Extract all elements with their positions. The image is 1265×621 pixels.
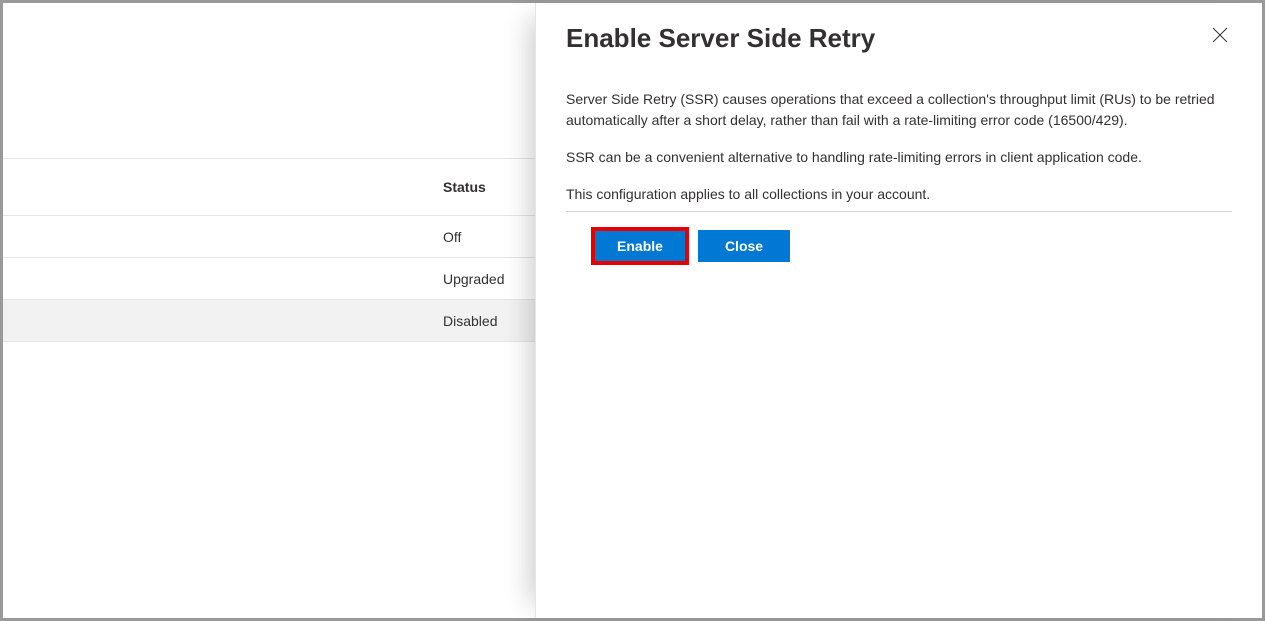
panel-description-3: This configuration applies to all collec…	[566, 184, 1232, 205]
table-row[interactable]: Off	[3, 216, 538, 258]
close-icon[interactable]	[1208, 23, 1232, 47]
table-row[interactable]: Upgraded	[3, 258, 538, 300]
side-panel: Enable Server Side Retry Server Side Ret…	[535, 3, 1262, 618]
cell-status: Disabled	[443, 313, 497, 329]
enable-button[interactable]: Enable	[594, 230, 686, 262]
cell-status: Upgraded	[443, 271, 505, 287]
panel-header: Enable Server Side Retry	[566, 23, 1232, 54]
cell-status: Off	[443, 229, 461, 245]
panel-divider	[566, 211, 1232, 212]
table-row[interactable]: Disabled	[3, 300, 538, 342]
x-icon	[1212, 27, 1228, 43]
column-header-status: Status	[443, 179, 486, 195]
panel-title: Enable Server Side Retry	[566, 23, 875, 54]
main-content: Status Off Upgraded Disabled	[3, 3, 538, 618]
close-button[interactable]: Close	[698, 230, 790, 262]
table-header: Status	[3, 158, 538, 216]
button-row: Enable Close	[566, 230, 1232, 262]
panel-description-1: Server Side Retry (SSR) causes operation…	[566, 89, 1232, 131]
panel-body: Server Side Retry (SSR) causes operation…	[566, 89, 1232, 262]
panel-description-2: SSR can be a convenient alternative to h…	[566, 147, 1232, 168]
